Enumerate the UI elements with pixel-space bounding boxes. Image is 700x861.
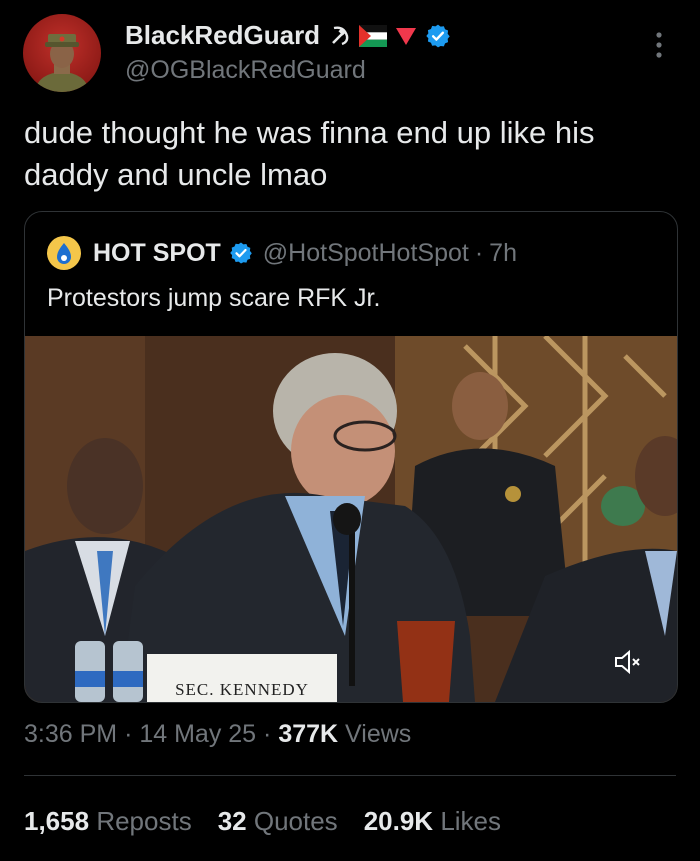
reposts-label: Reposts: [96, 806, 192, 836]
views-label: Views: [345, 720, 412, 748]
reposts-count: 1,658: [24, 806, 90, 836]
tweet-date[interactable]: 14 May 25: [139, 720, 256, 748]
views-count: 377K: [278, 720, 339, 748]
quoted-text: Protestors jump scare RFK Jr.: [47, 284, 381, 312]
quotes-stat[interactable]: 32 Quotes: [218, 806, 338, 837]
quotes-label: Quotes: [253, 806, 338, 836]
verified-badge-icon: [229, 242, 252, 264]
likes-count: 20.9K: [363, 806, 434, 836]
quotes-count: 32: [217, 806, 247, 836]
divider: [24, 775, 676, 776]
verified-badge-icon: [426, 24, 450, 47]
hammer-and-sickle-icon: [332, 25, 349, 45]
engagement-stats: 1,658 Reposts 32 Quotes 20.9K Likes: [24, 806, 501, 837]
palestine-flag-icon: [359, 24, 388, 47]
reposts-stat[interactable]: 1,658 Reposts: [24, 806, 192, 837]
author-name-row[interactable]: BlackRedGuard: [125, 20, 451, 51]
quoted-avatar[interactable]: [47, 236, 81, 270]
author-avatar[interactable]: [23, 14, 101, 92]
author-name[interactable]: BlackRedGuard: [125, 20, 320, 51]
quoted-author-handle[interactable]: @HotSpotHotSpot: [263, 239, 469, 268]
author-handle[interactable]: @OGBlackRedGuard: [125, 56, 366, 85]
likes-stat[interactable]: 20.9K Likes: [364, 806, 501, 837]
separator-dot: ·: [124, 720, 133, 748]
tweet-text: dude thought he was finna end up like hi…: [24, 115, 595, 192]
quoted-author-name[interactable]: HOT SPOT: [93, 239, 221, 268]
nameplate: SEC. KENNEDY: [175, 680, 309, 699]
likes-label: Likes: [440, 806, 502, 836]
quoted-time[interactable]: 7h: [489, 239, 517, 268]
separator-dot: ·: [263, 720, 272, 748]
tweet-meta: 3:36 PM · 14 May 25 · 377K Views: [24, 720, 411, 749]
quoted-video[interactable]: SEC. KENNEDY: [25, 336, 677, 702]
speaker-muted-icon[interactable]: [613, 647, 643, 677]
more-options-icon[interactable]: [650, 30, 668, 60]
red-triangle-icon: [396, 27, 417, 45]
quoted-tweet-card[interactable]: HOT SPOT @HotSpotHotSpot · 7h Protestors…: [24, 211, 678, 703]
tweet-time[interactable]: 3:36 PM: [24, 720, 117, 748]
separator-dot: ·: [474, 238, 484, 267]
